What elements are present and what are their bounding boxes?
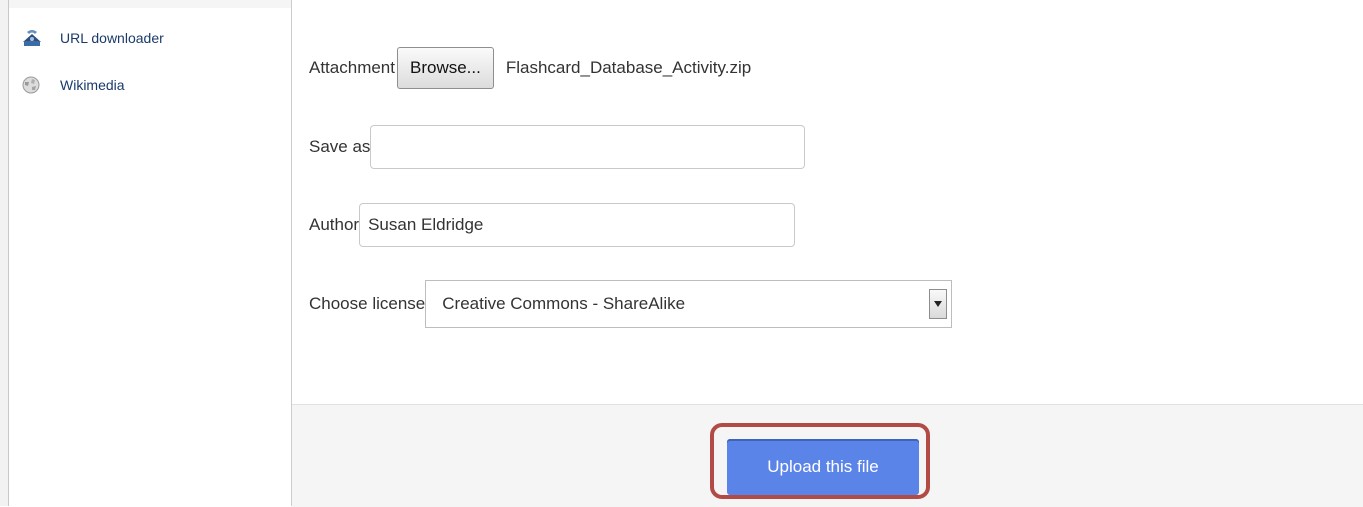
license-row: Choose license Creative Commons - ShareA… (309, 280, 953, 328)
form-footer: Upload this file (292, 404, 1363, 507)
saveas-input[interactable] (370, 125, 806, 169)
wikimedia-globe-icon (20, 75, 44, 95)
sidebar-item-label: Wikimedia (60, 77, 125, 93)
chevron-down-icon[interactable] (929, 289, 948, 319)
saveas-row: Save as (309, 125, 806, 169)
saveas-label: Save as (309, 137, 371, 156)
upload-form-panel: Attachment Browse... Flashcard_Database_… (292, 0, 1363, 507)
author-row: Author (309, 203, 796, 247)
url-downloader-icon (20, 28, 44, 48)
sidebar-item-url-downloader[interactable]: URL downloader (20, 28, 164, 48)
browse-button[interactable]: Browse... (397, 47, 494, 89)
upload-file-button[interactable]: Upload this file (727, 439, 919, 495)
sidebar-item-label: URL downloader (60, 30, 164, 46)
license-selected-value: Creative Commons - ShareAlike (442, 294, 686, 313)
author-label: Author (309, 215, 360, 234)
license-select[interactable]: Creative Commons - ShareAlike (425, 280, 953, 328)
sidebar-top-strip (9, 0, 291, 8)
attachment-row: Attachment Browse... Flashcard_Database_… (309, 47, 751, 89)
sidebar-item-wikimedia[interactable]: Wikimedia (20, 75, 125, 95)
author-input[interactable] (359, 203, 796, 247)
window-left-edge (0, 0, 9, 506)
attachment-label: Attachment (309, 58, 395, 77)
selected-file-name: Flashcard_Database_Activity.zip (505, 58, 752, 77)
license-label: Choose license (309, 294, 426, 313)
